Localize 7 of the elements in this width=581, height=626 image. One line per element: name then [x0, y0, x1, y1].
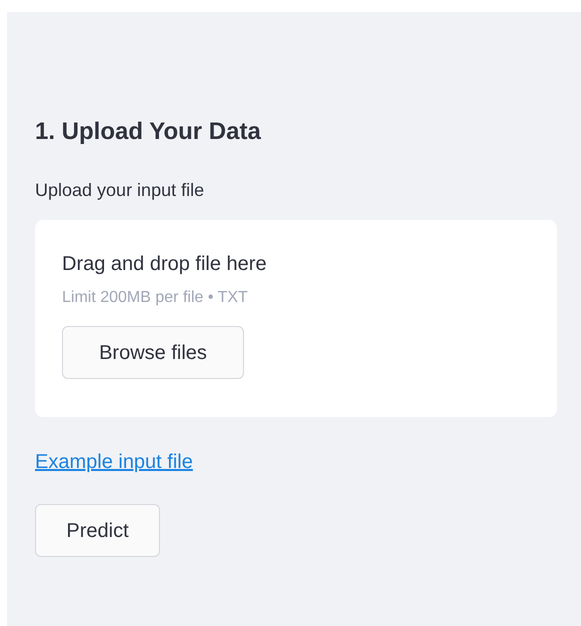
predict-button[interactable]: Predict	[35, 504, 160, 557]
dropzone-instructions: Drag and drop file here	[62, 252, 267, 277]
file-limits: Limit 200MB per file • TXT	[62, 288, 248, 308]
uploader-label: Upload your input file	[35, 179, 204, 202]
dropzone[interactable]: Drag and drop file here Limit 200MB per file • TXT Browse files	[35, 220, 557, 417]
section-title: 1. Upload Your Data	[35, 117, 261, 147]
browse-files-button[interactable]: Browse files	[62, 326, 244, 379]
